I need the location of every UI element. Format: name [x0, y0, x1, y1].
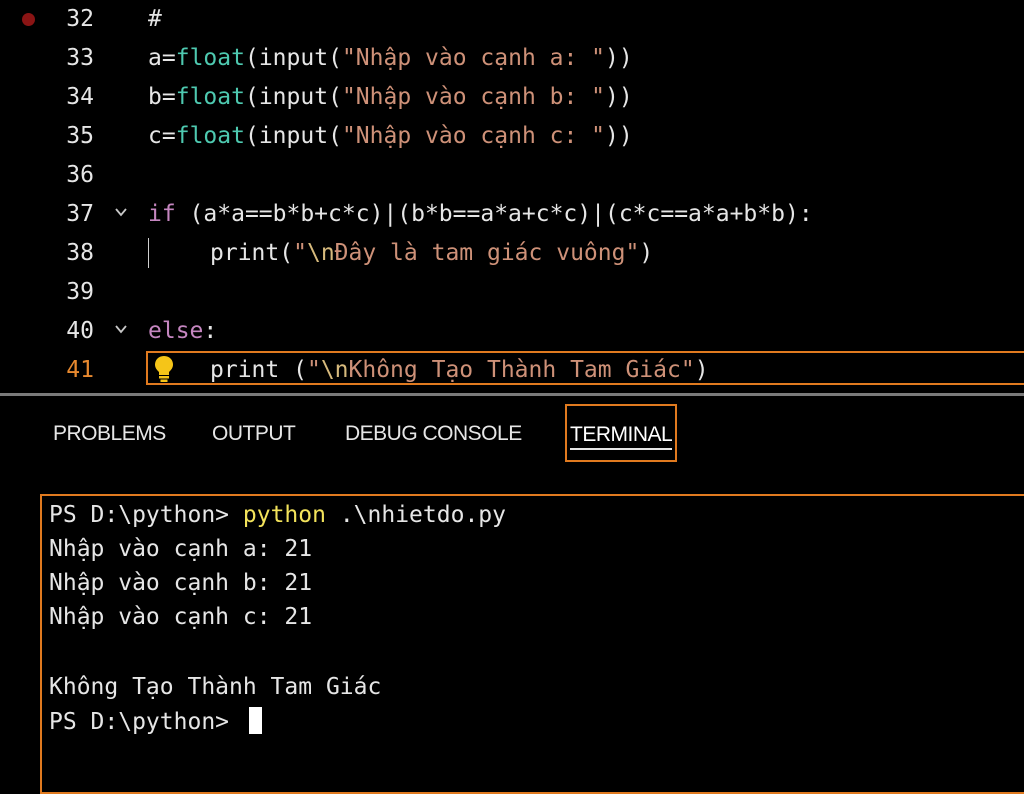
terminal-output-line: Nhập vào cạnh b: 21: [49, 570, 313, 596]
current-line-highlight: [146, 351, 1024, 385]
code-line[interactable]: 34 b=float(input("Nhập vào cạnh b: ")): [0, 78, 1024, 117]
terminal-panel[interactable]: PS D:\python> python .\nhietdo.py Nhập v…: [40, 494, 1024, 794]
line-number: 34: [66, 84, 94, 110]
tab-debug-console[interactable]: DEBUG CONSOLE: [345, 418, 522, 450]
tab-terminal-label: TERMINAL: [570, 423, 673, 446]
code-line[interactable]: 37 if (a*a==b*b+c*c)|(b*b==a*a+c*c)|(c*c…: [0, 195, 1024, 234]
fold-chevron-icon[interactable]: [115, 206, 127, 218]
line-number: 40: [66, 318, 94, 344]
tab-terminal[interactable]: TERMINAL: [565, 404, 678, 462]
code-text[interactable]: b=float(input("Nhập vào cạnh b: ")): [148, 80, 633, 114]
active-tab-underline: [570, 448, 673, 450]
code-text[interactable]: a=float(input("Nhập vào cạnh a: ")): [148, 41, 633, 75]
code-text[interactable]: if (a*a==b*b+c*c)|(b*b==a*a+c*c)|(c*c==a…: [148, 197, 813, 231]
terminal-cursor: [248, 707, 262, 734]
code-line[interactable]: 38 print("\nĐây là tam giác vuông"): [0, 234, 1024, 273]
breakpoint-icon[interactable]: [22, 13, 35, 26]
line-number: 37: [66, 201, 94, 227]
tab-problems[interactable]: PROBLEMS: [53, 418, 166, 450]
code-line[interactable]: 39: [0, 273, 1024, 312]
terminal-prompt-line[interactable]: PS D:\python>: [49, 705, 262, 739]
line-number: 39: [66, 279, 94, 305]
fold-chevron-icon[interactable]: [115, 323, 127, 335]
terminal-output-line: Không Tạo Thành Tam Giác: [49, 674, 382, 700]
code-line[interactable]: 40 else:: [0, 312, 1024, 351]
code-text[interactable]: #: [148, 2, 162, 36]
line-number: 36: [66, 162, 94, 188]
terminal-command: python: [242, 502, 326, 528]
code-line[interactable]: 32 #: [0, 0, 1024, 39]
code-text[interactable]: c=float(input("Nhập vào cạnh c: ")): [148, 119, 633, 153]
code-text[interactable]: print("\nĐây là tam giác vuông"): [148, 236, 653, 270]
code-line[interactable]: 33 a=float(input("Nhập vào cạnh a: ")): [0, 39, 1024, 78]
tab-output[interactable]: OUTPUT: [212, 418, 296, 450]
code-text[interactable]: else:: [148, 314, 217, 348]
terminal-output-line: Nhập vào cạnh a: 21: [49, 536, 313, 562]
terminal-command-args: .\nhietdo.py: [325, 502, 506, 528]
line-number: 35: [66, 123, 94, 149]
terminal-command-line: PS D:\python> python .\nhietdo.py: [49, 502, 506, 528]
line-number: 38: [66, 240, 94, 266]
code-line[interactable]: 35 c=float(input("Nhập vào cạnh c: ")): [0, 117, 1024, 156]
code-line[interactable]: 36: [0, 156, 1024, 195]
line-number: 33: [66, 45, 94, 71]
code-editor[interactable]: 32 # 33 a=float(input("Nhập vào cạnh a: …: [0, 0, 1024, 393]
lightbulb-icon[interactable]: [153, 354, 175, 384]
terminal-output-line: Nhập vào cạnh c: 21: [49, 604, 313, 630]
line-number: 41: [66, 357, 94, 383]
panel-tab-bar: PROBLEMS OUTPUT DEBUG CONSOLE TERMINAL: [0, 400, 1024, 470]
terminal-prompt: PS D:\python>: [49, 709, 243, 735]
panel-divider[interactable]: [0, 393, 1024, 396]
line-number: 32: [66, 6, 94, 32]
